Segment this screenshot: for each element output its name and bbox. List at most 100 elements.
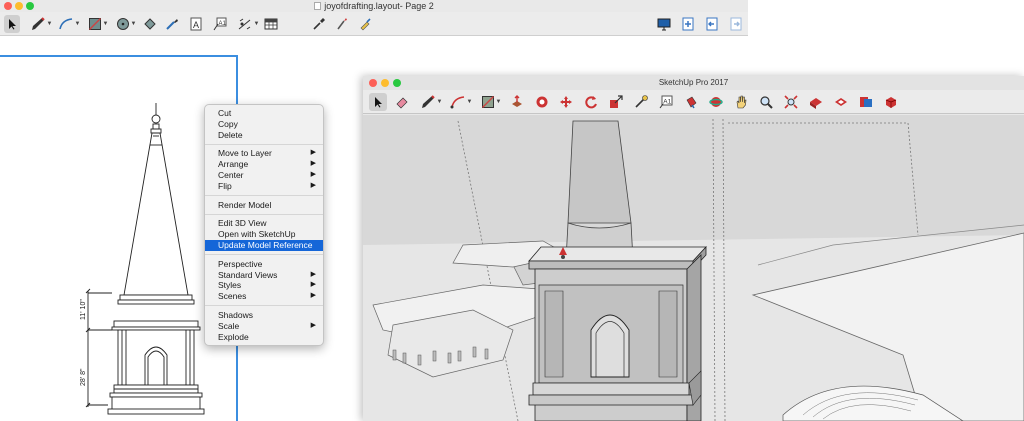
- menu-separator: [205, 254, 323, 256]
- svg-text:A1: A1: [663, 99, 671, 106]
- dimension-icon: [238, 18, 250, 30]
- split-icon: [337, 18, 347, 30]
- menu-item-move-to-layer[interactable]: Move to Layer ▶: [205, 148, 323, 159]
- menu-item-update-model-reference[interactable]: Update Model Reference: [205, 239, 323, 251]
- previous-page-button[interactable]: [704, 15, 720, 33]
- label-tool-button[interactable]: A1: [212, 15, 228, 33]
- menu-item-label: Delete: [218, 129, 243, 140]
- menu-item-label: Open with SketchUp: [218, 229, 296, 240]
- su-text-tool-button[interactable]: A1: [657, 93, 675, 111]
- menu-item-cut[interactable]: Cut: [205, 108, 323, 119]
- menu-item-label: Copy: [218, 118, 238, 129]
- arrow-cursor-icon: [375, 97, 382, 108]
- su-zoom-tool-button[interactable]: [757, 93, 775, 111]
- rectangle-tool-button[interactable]: ▼: [86, 15, 110, 33]
- next-page-button[interactable]: [728, 15, 744, 33]
- menu-item-render-model[interactable]: Render Model: [205, 200, 323, 211]
- su-offset-tool-button[interactable]: [533, 93, 551, 111]
- eyedropper-icon: [313, 18, 325, 30]
- steeple-elevation-drawing: [85, 103, 205, 415]
- rectangle-icon: [88, 18, 101, 30]
- su-pencil-tool-button[interactable]: ▼: [419, 93, 443, 111]
- menu-item-scale[interactable]: Scale ▶: [205, 321, 323, 332]
- submenu-arrow-icon: ▶: [310, 181, 316, 189]
- su-extension-manager-button[interactable]: [882, 93, 900, 111]
- move-icon: [560, 96, 572, 108]
- sketchup-3d-viewport[interactable]: [363, 115, 1024, 421]
- warehouse-icon: [810, 98, 822, 109]
- submenu-arrow-icon: ▶: [310, 321, 316, 329]
- select-tool-button[interactable]: [4, 15, 20, 33]
- text-tool-button[interactable]: A: [188, 15, 204, 33]
- table-tool-button[interactable]: [263, 15, 279, 33]
- paint-icon: [360, 18, 371, 31]
- presentation-tool-button[interactable]: [656, 15, 672, 33]
- su-select-tool-button[interactable]: [369, 93, 387, 111]
- su-orbit-tool-button[interactable]: [707, 93, 725, 111]
- document-icon: [314, 2, 322, 10]
- svg-text:A: A: [193, 20, 199, 30]
- table-icon: [264, 18, 278, 30]
- menu-separator: [205, 143, 323, 145]
- menu-item-label: Styles: [218, 280, 242, 291]
- submenu-arrow-icon: ▶: [310, 160, 316, 168]
- menu-item-arrange[interactable]: Arrange ▶: [205, 159, 323, 170]
- menu-item-copy[interactable]: Copy: [205, 119, 323, 130]
- menu-item-label: Scale: [218, 320, 240, 331]
- su-shapes-tool-button[interactable]: ▼: [479, 93, 503, 111]
- menu-item-center[interactable]: Center ▶: [205, 170, 323, 181]
- su-arc-tool-button[interactable]: ▼: [449, 93, 473, 111]
- offset-tool-button[interactable]: [142, 15, 158, 33]
- label-icon: A1: [213, 17, 227, 31]
- paint-bucket-icon: [686, 96, 697, 109]
- su-pan-tool-button[interactable]: [732, 93, 750, 111]
- circle-icon: [116, 18, 129, 30]
- split-tool-button[interactable]: [334, 15, 350, 33]
- eraser-icon: [396, 97, 408, 109]
- scale-icon: [610, 95, 623, 108]
- menu-item-label: Scenes: [218, 291, 247, 302]
- su-push-pull-tool-button[interactable]: [508, 93, 526, 111]
- add-page-button[interactable]: [680, 15, 696, 33]
- eyedropper-tool-button[interactable]: [311, 15, 327, 33]
- paint-tool-button[interactable]: [357, 15, 373, 33]
- menu-item-label: Edit 3D View: [218, 218, 267, 229]
- menu-item-edit-3d-view[interactable]: Edit 3D View: [205, 218, 323, 229]
- su-extension-warehouse-button[interactable]: [832, 93, 850, 111]
- su-zoom-extents-tool-button[interactable]: [782, 93, 800, 111]
- submenu-arrow-icon: ▶: [310, 281, 316, 289]
- menu-item-label: Shadows: [218, 309, 253, 320]
- menu-item-shadows[interactable]: Shadows: [205, 310, 323, 321]
- circle-tool-button[interactable]: ▼: [114, 15, 138, 33]
- su-rotate-tool-button[interactable]: [582, 93, 600, 111]
- su-scale-tool-button[interactable]: [607, 93, 625, 111]
- rectangle-icon: [481, 96, 494, 108]
- su-tape-measure-tool-button[interactable]: [632, 93, 650, 111]
- menu-item-perspective[interactable]: Perspective: [205, 259, 323, 270]
- menu-item-flip[interactable]: Flip ▶: [205, 181, 323, 192]
- su-3d-warehouse-button[interactable]: [807, 93, 825, 111]
- su-send-to-layout-button[interactable]: [857, 93, 875, 111]
- su-paint-bucket-tool-button[interactable]: [682, 93, 700, 111]
- desktop: joyofdrafting.layout- Page 2 ▼ ▼ ▼ ▼ A A…: [0, 0, 1024, 421]
- menu-item-standard-views[interactable]: Standard Views ▶: [205, 270, 323, 281]
- menu-item-styles[interactable]: Styles ▶: [205, 280, 323, 291]
- submenu-arrow-icon: ▶: [310, 149, 316, 157]
- menu-item-open-with-sketchup[interactable]: Open with SketchUp: [205, 229, 323, 240]
- arc-tool-button[interactable]: ▼: [57, 15, 81, 33]
- zoom-extents-icon: [784, 95, 798, 109]
- menu-item-delete[interactable]: Delete: [205, 130, 323, 141]
- su-move-tool-button[interactable]: [557, 93, 575, 111]
- context-menu: Cut Copy Delete Move to Layer ▶ Arrange ▶ Cente…: [204, 104, 324, 346]
- submenu-arrow-icon: ▶: [310, 292, 316, 300]
- style-brush-button[interactable]: [164, 15, 180, 33]
- tape-measure-icon: [635, 95, 648, 108]
- pencil-tool-button[interactable]: ▼: [29, 15, 53, 33]
- su-eraser-tool-button[interactable]: [393, 93, 411, 111]
- svg-text:A1: A1: [219, 21, 227, 27]
- dimension-tool-button[interactable]: ▼: [236, 15, 260, 33]
- menu-item-label: Update Model Reference: [218, 239, 313, 250]
- menu-item-explode[interactable]: Explode: [205, 332, 323, 343]
- text-icon: A: [190, 17, 202, 31]
- menu-item-scenes[interactable]: Scenes ▶: [205, 291, 323, 302]
